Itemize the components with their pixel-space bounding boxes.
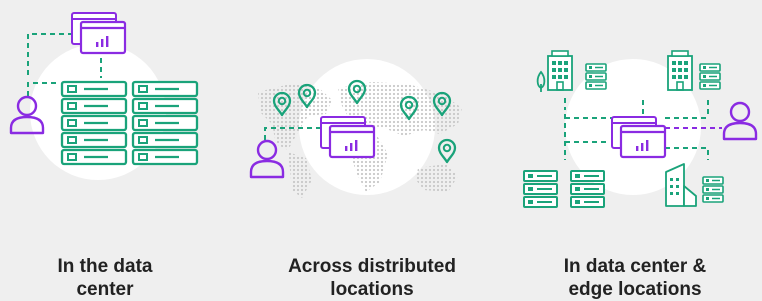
office-building-icon bbox=[547, 50, 573, 91]
server-rack-right bbox=[131, 80, 199, 166]
server-rack-icon bbox=[131, 114, 199, 132]
user-icon bbox=[722, 101, 758, 141]
office-building-icon bbox=[667, 50, 693, 91]
server-rack-icon bbox=[60, 97, 128, 115]
factory-building-icon bbox=[665, 163, 697, 207]
caption-in-the-data-center: In the data center bbox=[0, 255, 210, 301]
caption-across-distributed-locations: Across distributed locations bbox=[262, 255, 482, 301]
caption-line: center bbox=[76, 279, 134, 300]
server-rack-icon bbox=[523, 170, 558, 208]
caption-line: Across distributed bbox=[288, 256, 456, 277]
server-rack-icon bbox=[131, 80, 199, 98]
edge-site-top-right bbox=[667, 50, 721, 91]
server-rack-icon bbox=[570, 170, 605, 208]
server-rack-icon bbox=[60, 114, 128, 132]
data-center-site bbox=[523, 170, 605, 208]
server-rack-icon bbox=[702, 176, 724, 203]
panel-data-center-and-edge bbox=[523, 50, 758, 208]
server-rack-icon bbox=[131, 131, 199, 149]
caption-line: In data center & bbox=[563, 256, 707, 277]
caption-line: edge locations bbox=[568, 279, 702, 300]
server-rack-icon bbox=[60, 80, 128, 98]
panel-distributed-locations bbox=[249, 59, 462, 198]
server-rack-icon bbox=[131, 97, 199, 115]
location-pin-icon bbox=[437, 138, 457, 164]
tree-icon bbox=[536, 70, 546, 92]
server-rack-icon bbox=[60, 131, 128, 149]
user-icon bbox=[249, 139, 285, 179]
server-rack-icon bbox=[699, 63, 721, 90]
dashboard-window-icon bbox=[70, 11, 127, 55]
edge-site-bottom-right bbox=[665, 163, 724, 207]
caption-line: locations bbox=[330, 279, 414, 300]
server-rack-icon bbox=[60, 148, 128, 166]
edge-site-top-left bbox=[536, 50, 607, 92]
caption-line: In the data bbox=[57, 256, 153, 277]
panel-data-center bbox=[9, 11, 199, 180]
server-rack-icon bbox=[131, 148, 199, 166]
caption-in-data-center-and-edge-locations: In data center & edge locations bbox=[525, 255, 745, 301]
server-rack-icon bbox=[585, 63, 607, 90]
server-rack-left bbox=[60, 80, 128, 166]
